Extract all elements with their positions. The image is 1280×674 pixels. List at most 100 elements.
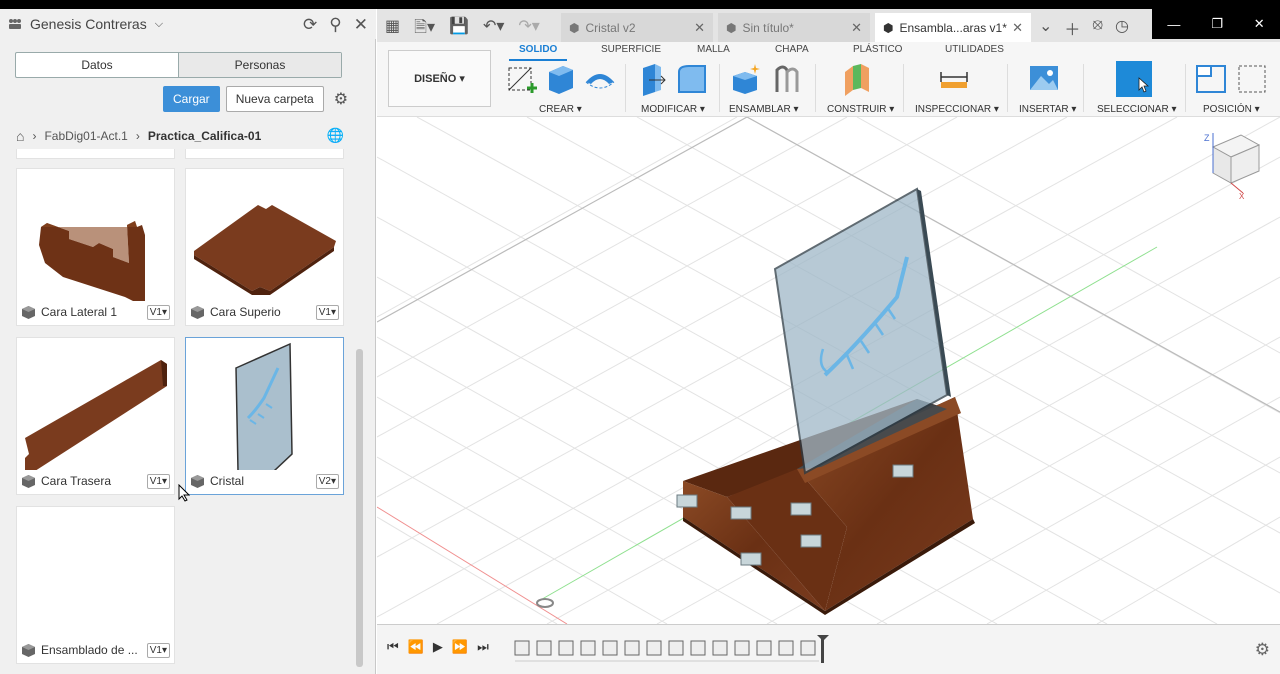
breadcrumb: ⌂ › FabDig01-Act.1 › Practica_Califica-0…: [16, 127, 344, 144]
step-back-icon[interactable]: ⏪: [408, 639, 424, 655]
measure-icon[interactable]: [937, 62, 971, 96]
doc-tab[interactable]: ⬢ Cristal v2 ✕: [561, 13, 713, 42]
close-icon[interactable]: ✕: [1012, 20, 1023, 36]
tab-utilidades[interactable]: UTILIDADES: [945, 44, 1004, 55]
component-icon: [22, 643, 35, 657]
team-selector[interactable]: Genesis Contreras ⌵: [8, 16, 163, 32]
tab-datos[interactable]: Datos: [16, 53, 178, 77]
insert-image-icon[interactable]: [1027, 62, 1061, 96]
press-pull-icon[interactable]: [635, 62, 669, 96]
group-posicion[interactable]: POSICIÓN ▾: [1203, 104, 1260, 115]
extensions-icon[interactable]: ⦻: [1092, 16, 1103, 40]
save-icon[interactable]: 💾: [449, 16, 469, 43]
globe-icon[interactable]: 🌐: [327, 127, 344, 144]
toolbar-ribbon: DISEÑO ▾ SOLIDO SUPERFICIE MALLA CHAPA P…: [377, 42, 1280, 117]
grid-icon[interactable]: ▦: [385, 16, 400, 43]
search-icon[interactable]: ⚲: [329, 15, 341, 35]
breadcrumb-separator: ›: [135, 128, 140, 143]
undo-icon[interactable]: ↶▾: [483, 16, 504, 43]
play-icon[interactable]: ▶: [433, 639, 443, 655]
breadcrumb-separator: ›: [32, 128, 37, 143]
timeline: ⏮ ⏪ ▶ ⏩ ⏭ ⚙: [377, 624, 1280, 674]
close-icon[interactable]: ✕: [354, 15, 368, 35]
refresh-icon[interactable]: ⟳: [303, 15, 317, 35]
load-button[interactable]: Cargar: [163, 86, 220, 112]
extrude-icon[interactable]: [543, 62, 577, 96]
fillet-icon[interactable]: [675, 62, 709, 96]
file-grid: Cara Lateral 1 V1▾ Cara Superio V1▾ Cara…: [0, 149, 356, 669]
breadcrumb-item-project[interactable]: FabDig01-Act.1: [44, 129, 127, 143]
component-icon: ⬢: [726, 20, 737, 35]
assembly-icon: ⬢: [883, 20, 894, 35]
doc-tab-label: Sin título*: [742, 20, 794, 35]
tab-chapa[interactable]: CHAPA: [775, 44, 809, 55]
file-card[interactable]: Cara Superio V1▾: [185, 168, 344, 326]
file-name: Ensamblado de ...: [41, 643, 138, 657]
create-sketch-icon[interactable]: [505, 62, 539, 96]
home-icon[interactable]: ⌂: [16, 128, 24, 144]
offset-plane-icon[interactable]: [839, 62, 873, 96]
group-inspeccionar[interactable]: INSPECCIONAR ▾: [915, 104, 999, 115]
group-insertar[interactable]: INSERTAR ▾: [1019, 104, 1076, 115]
joint-icon[interactable]: [769, 62, 803, 96]
thumbnail: [235, 342, 293, 470]
file-card[interactable]: Ensamblado de ... V1▾: [16, 506, 175, 664]
breadcrumb-item-folder: Practica_Califica-01: [147, 128, 262, 143]
tab-malla[interactable]: MALLA: [697, 44, 730, 55]
close-window-icon[interactable]: ✕: [1254, 16, 1265, 32]
close-icon[interactable]: ✕: [694, 20, 705, 36]
3d-viewport[interactable]: Z X: [377, 117, 1280, 624]
thumbnail: [194, 205, 336, 295]
group-ensamblar[interactable]: ENSAMBLAR ▾: [729, 104, 799, 115]
skip-to-end-icon[interactable]: ⏭: [477, 639, 489, 655]
component-icon: [191, 474, 204, 488]
file-name: Cara Trasera: [41, 474, 112, 488]
version-badge[interactable]: V1▾: [315, 304, 339, 320]
tab-solido[interactable]: SOLIDO: [508, 44, 568, 61]
file-card[interactable]: [185, 149, 344, 159]
step-forward-icon[interactable]: ⏩: [452, 639, 468, 655]
gear-icon[interactable]: ⚙: [1255, 640, 1270, 660]
version-badge[interactable]: V1▾: [146, 642, 170, 658]
canvas[interactable]: Z X: [377, 117, 1280, 624]
clock-icon[interactable]: ◷: [1115, 16, 1129, 40]
component-icon: [22, 305, 35, 319]
revert-position-icon[interactable]: [1235, 62, 1269, 96]
group-construir[interactable]: CONSTRUIR ▾: [827, 104, 894, 115]
version-badge[interactable]: V1▾: [146, 473, 170, 489]
close-icon[interactable]: ✕: [851, 20, 862, 36]
workspace-switcher[interactable]: DISEÑO ▾: [388, 50, 491, 107]
tab-superficie[interactable]: SUPERFICIE: [601, 44, 661, 55]
redo-icon[interactable]: ↷▾: [518, 16, 539, 43]
file-card-selected[interactable]: Cristal V2▾: [185, 337, 344, 495]
group-modificar[interactable]: MODIFICAR ▾: [641, 104, 705, 115]
version-badge[interactable]: V1▾: [146, 304, 170, 320]
minimize-icon[interactable]: —: [1167, 17, 1180, 32]
file-card[interactable]: Cara Lateral 1 V1▾: [16, 168, 175, 326]
select-icon[interactable]: [1115, 60, 1153, 98]
file-card[interactable]: Cara Trasera V1▾: [16, 337, 175, 495]
restore-icon[interactable]: ❐: [1211, 16, 1223, 32]
timeline-features[interactable]: [513, 635, 833, 665]
chevron-down-icon[interactable]: ⌄: [1039, 16, 1052, 40]
tab-plastico[interactable]: PLÁSTICO: [853, 44, 902, 55]
capture-position-icon[interactable]: [1195, 62, 1229, 96]
gear-icon[interactable]: ⚙: [334, 89, 348, 109]
new-component-icon[interactable]: [729, 62, 763, 96]
version-badge[interactable]: V2▾: [315, 473, 339, 489]
revolve-icon[interactable]: [583, 62, 617, 96]
component-icon: [191, 305, 204, 319]
view-cube[interactable]: Z X: [1204, 133, 1261, 201]
doc-tab-active[interactable]: ⬢ Ensambla...aras v1* ✕: [875, 13, 1031, 42]
thumbnail: [25, 360, 167, 470]
group-seleccionar[interactable]: SELECCIONAR ▾: [1097, 104, 1177, 115]
add-tab-icon[interactable]: ＋: [1064, 16, 1080, 40]
scrollbar[interactable]: [356, 349, 363, 667]
tab-personas[interactable]: Personas: [178, 53, 341, 77]
doc-tab[interactable]: ⬢ Sin título* ✕: [718, 13, 870, 42]
skip-to-start-icon[interactable]: ⏮: [387, 639, 399, 655]
new-folder-button[interactable]: Nueva carpeta: [225, 86, 324, 112]
group-crear[interactable]: CREAR ▾: [539, 104, 582, 115]
file-card[interactable]: [16, 149, 175, 159]
file-menu-icon[interactable]: 🗎▾: [414, 16, 435, 43]
